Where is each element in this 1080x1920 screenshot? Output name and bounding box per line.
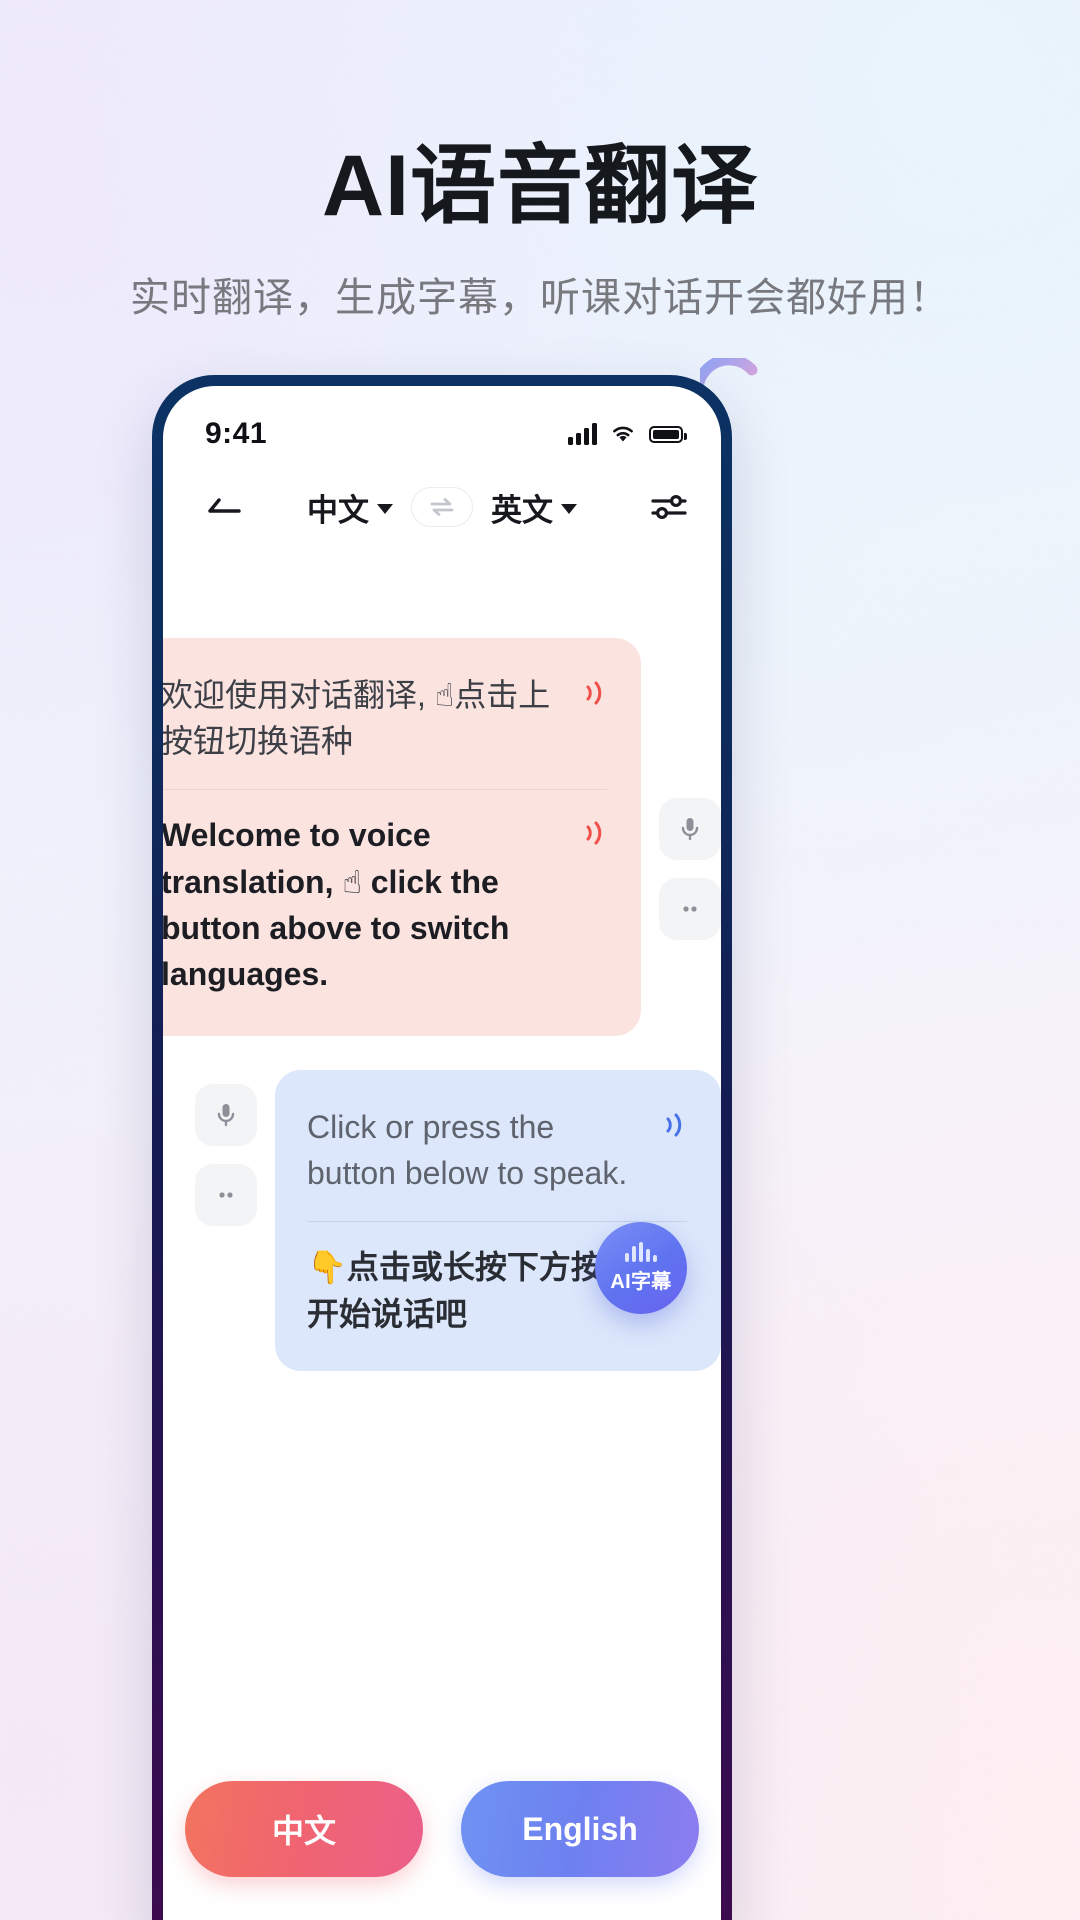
settings-sliders-icon: [651, 494, 687, 520]
speak-button-english-label: English: [522, 1810, 638, 1847]
audio-waveform-icon: [625, 1242, 657, 1262]
message-primary: Click or press the button below to speak…: [307, 1104, 687, 1197]
back-button[interactable]: [195, 493, 251, 521]
speak-button-bar: 中文 English: [163, 1781, 721, 1877]
message-divider: [307, 1220, 687, 1223]
more-options-button[interactable]: [659, 878, 721, 940]
language-switcher: 中文 英文: [251, 485, 633, 530]
message-divider: [163, 788, 607, 791]
message-actions: [659, 798, 721, 940]
message-actions: [195, 1083, 257, 1226]
mic-icon: [681, 818, 699, 841]
source-language-label: 中文: [307, 492, 369, 528]
wifi-icon: [613, 426, 633, 442]
status-icons: [568, 423, 687, 445]
message-text-en: Welcome to voice translation, ☝ click th…: [163, 817, 510, 993]
speak-button-chinese[interactable]: 中文: [185, 1781, 423, 1877]
status-time: 9:41: [205, 417, 268, 450]
app-navbar: 中文 英文: [163, 464, 721, 550]
target-language-button[interactable]: 英文: [491, 485, 577, 530]
battery-full-icon: [649, 425, 687, 443]
page-subtitle: 实时翻译，生成字幕，听课对话开会都好用！: [130, 275, 950, 320]
chevron-down-icon: [377, 503, 393, 514]
settings-button[interactable]: [633, 491, 689, 523]
speak-button-english[interactable]: English: [461, 1781, 699, 1877]
message-text-cn: 👇点击或长按下方按钮开始说话吧: [307, 1249, 635, 1332]
page-title: AI语音翻译: [322, 138, 758, 234]
mic-button[interactable]: [659, 798, 721, 860]
more-options-button[interactable]: [195, 1163, 257, 1226]
source-language-button[interactable]: 中文: [307, 485, 393, 530]
speaker-wave-icon[interactable]: [581, 672, 607, 713]
status-bar: 9:41: [163, 386, 721, 464]
message-text-cn: 欢迎使用对话翻译, ☝点击上按钮切换语种: [163, 677, 551, 760]
chat-message-row: 欢迎使用对话翻译, ☝点击上按钮切换语种 Welcome to voice tr…: [163, 638, 721, 1036]
mic-icon: [217, 1103, 235, 1127]
target-language-label: 英文: [491, 492, 553, 528]
swap-languages-icon: [430, 498, 454, 516]
phone-mockup: 9:41 中文 英文 欢迎使用对话翻译, ☝点击上按钮切换语种 Welcome …: [152, 375, 732, 1920]
message-text-en: Click or press the button below to speak…: [307, 1108, 628, 1192]
message-bubble-blue[interactable]: Click or press the button below to speak…: [275, 1069, 721, 1371]
message-primary: 欢迎使用对话翻译, ☝点击上按钮切换语种: [163, 672, 607, 765]
mic-button[interactable]: [195, 1083, 257, 1146]
chevron-down-icon: [561, 503, 577, 514]
ai-subtitle-fab[interactable]: AI字幕: [595, 1222, 687, 1314]
swap-languages-button[interactable]: [411, 487, 473, 527]
back-arrow-icon: [208, 498, 241, 513]
ai-subtitle-label: AI字幕: [610, 1271, 672, 1293]
phone-screen: 9:41 中文 英文 欢迎使用对话翻译, ☝点击上按钮切换语种 Welcome …: [163, 386, 721, 1920]
speaker-wave-icon[interactable]: [661, 1104, 687, 1145]
chat-message-row: Click or press the button below to speak…: [163, 1069, 721, 1371]
speak-button-chinese-label: 中文: [271, 1813, 336, 1849]
message-secondary: Welcome to voice translation, ☝ click th…: [163, 812, 607, 998]
message-bubble-pink[interactable]: 欢迎使用对话翻译, ☝点击上按钮切换语种 Welcome to voice tr…: [163, 638, 641, 1036]
more-dots-icon: [683, 906, 697, 912]
cellular-bars-icon: [568, 423, 597, 445]
hero-section: AI语音翻译 实时翻译，生成字幕，听课对话开会都好用！: [0, 0, 1080, 323]
speaker-wave-icon[interactable]: [581, 812, 607, 853]
more-dots-icon: [219, 1192, 233, 1198]
